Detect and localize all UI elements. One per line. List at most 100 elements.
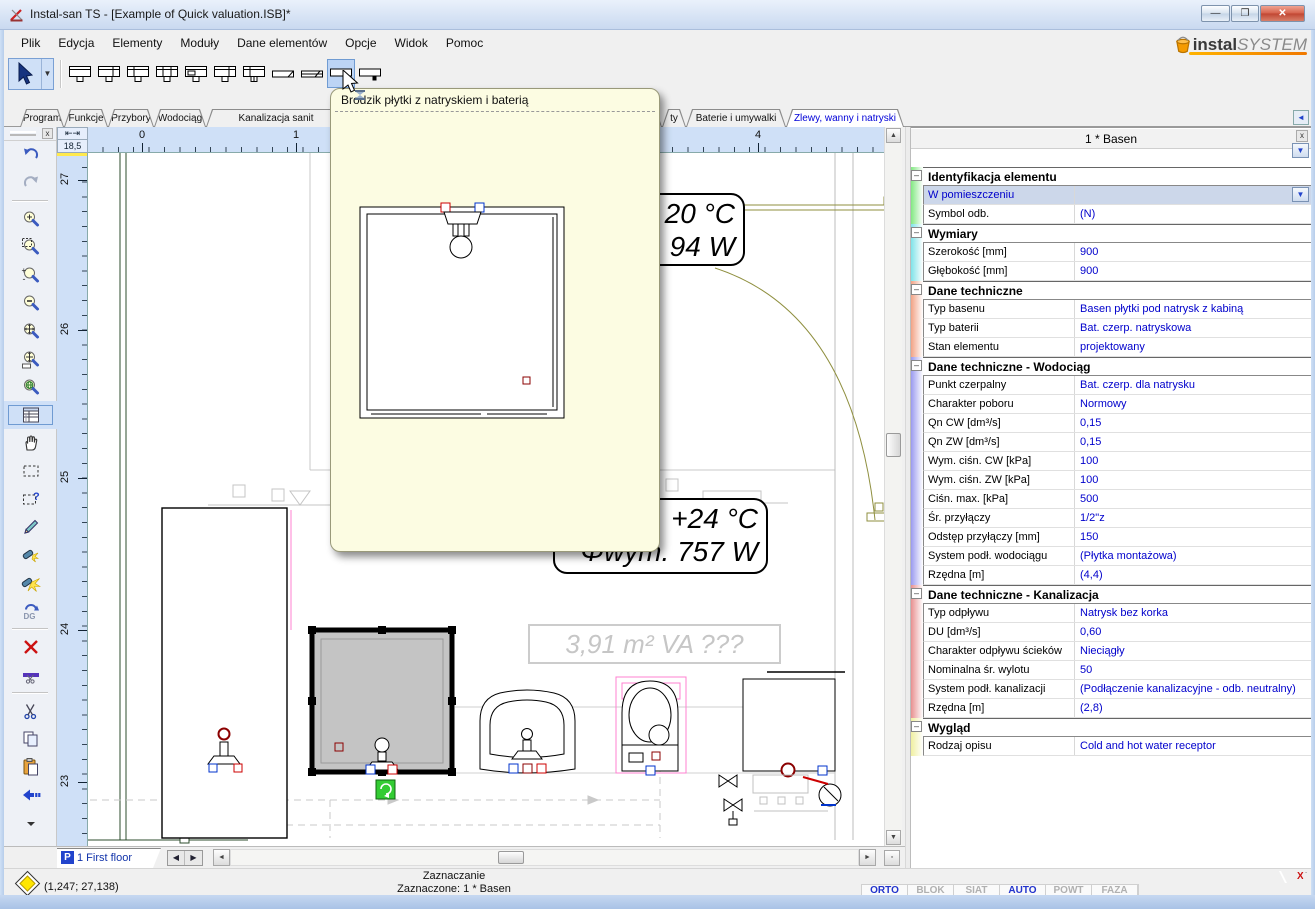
zoom-in-button[interactable]: [4, 205, 57, 233]
trim-connection-button[interactable]: [4, 661, 57, 689]
property-value[interactable]: 0,15: [1075, 433, 1311, 451]
tab-baterie-i-umywalki[interactable]: Baterie i umywalki: [686, 109, 786, 127]
property-value[interactable]: projektowany: [1075, 338, 1311, 356]
shower-tray-selected[interactable]: [308, 626, 456, 799]
scroll-down-icon[interactable]: ▼: [886, 830, 901, 845]
palette-header[interactable]: x: [4, 127, 56, 141]
redo-button[interactable]: [4, 169, 57, 197]
tool-washbasin-7[interactable]: [240, 59, 268, 88]
select-area-button[interactable]: [4, 457, 57, 485]
paste-button[interactable]: [4, 753, 57, 781]
canvas-horizontal-scrollbar[interactable]: [230, 849, 859, 866]
copy-button[interactable]: [4, 725, 57, 753]
section-header[interactable]: Dane techniczne: [923, 281, 1311, 300]
tab-funkcje[interactable]: Funkcje: [64, 109, 108, 127]
tab-program[interactable]: Program: [20, 109, 64, 127]
pointer-icon[interactable]: [9, 59, 41, 89]
bathtub-fixture[interactable]: [162, 508, 287, 838]
collapse-icon[interactable]: –: [911, 170, 922, 181]
sheet-prev-icon[interactable]: ◀: [168, 851, 185, 865]
tab-ty[interactable]: ty: [662, 109, 686, 127]
toilet-fixture[interactable]: [616, 677, 686, 775]
scroll-left-icon[interactable]: ◄: [213, 849, 230, 866]
go-back-button[interactable]: [4, 781, 57, 809]
property-value[interactable]: (4,4): [1075, 566, 1311, 584]
property-value[interactable]: 900: [1075, 243, 1311, 261]
property-value[interactable]: (N): [1075, 205, 1311, 223]
tool-washbasin-3[interactable]: [124, 59, 152, 88]
palette-close-icon[interactable]: x: [42, 128, 53, 139]
property-value[interactable]: 150: [1075, 528, 1311, 546]
tool-bathtub-flat-1[interactable]: [269, 59, 297, 88]
probe-highlight-button[interactable]: [4, 569, 57, 597]
edit-pencil-button[interactable]: [4, 513, 57, 541]
tab-zlewy-wanny-i-natryski[interactable]: Zlewy, wanny i natryski: [786, 109, 904, 127]
more-button[interactable]: [4, 809, 57, 837]
vertical-scroll-thumb[interactable]: [886, 433, 901, 457]
zoom-window-button[interactable]: [4, 233, 57, 261]
maximize-button[interactable]: ❐: [1231, 5, 1259, 22]
tool-washbasin-4[interactable]: [153, 59, 181, 88]
element-selector-dropdown[interactable]: ▼: [1292, 143, 1309, 158]
tool-bathtub-flat-2[interactable]: [298, 59, 326, 88]
property-value[interactable]: Normowy: [1075, 395, 1311, 413]
property-value[interactable]: 50: [1075, 661, 1311, 679]
property-value[interactable]: 500: [1075, 490, 1311, 508]
property-value[interactable]: 0,15: [1075, 414, 1311, 432]
section-header[interactable]: Dane techniczne - Kanalizacja: [923, 585, 1311, 604]
section-header[interactable]: Wymiary: [923, 224, 1311, 243]
tool-washbasin-1[interactable]: [66, 59, 94, 88]
split-view-button[interactable]: ▫: [884, 850, 900, 866]
property-value[interactable]: ▼: [1075, 186, 1311, 204]
rotate-refresh-button[interactable]: DG: [4, 597, 57, 625]
pointer-tool-button[interactable]: ▼: [8, 58, 54, 90]
minimize-button[interactable]: —: [1201, 5, 1230, 22]
property-value[interactable]: Bat. czerp. natryskowa: [1075, 319, 1311, 337]
undo-button[interactable]: [4, 141, 57, 169]
property-value[interactable]: 0,60: [1075, 623, 1311, 641]
property-value[interactable]: Cold and hot water receptor: [1075, 737, 1311, 755]
probe-element-button[interactable]: [4, 541, 57, 569]
canvas-vertical-scrollbar[interactable]: ▲ ▼: [884, 127, 902, 846]
pointer-tool-dropdown[interactable]: ▼: [41, 59, 53, 89]
hand-pan-button[interactable]: [4, 429, 57, 457]
property-value[interactable]: Bat. czerp. dla natrysku: [1075, 376, 1311, 394]
panel-dock-button[interactable]: ◄: [1293, 110, 1309, 125]
zoom-pan-previous-button[interactable]: [4, 345, 57, 373]
section-header[interactable]: Wygląd: [923, 718, 1311, 737]
tank-fixture[interactable]: [743, 672, 845, 777]
menu-pomoc[interactable]: Pomoc: [437, 32, 492, 54]
collapse-icon[interactable]: –: [911, 721, 922, 732]
menu-edycja[interactable]: Edycja: [49, 32, 103, 54]
zoom-plus-minus-button[interactable]: +-: [4, 261, 57, 289]
menu-plik[interactable]: Plik: [12, 32, 49, 54]
room-area-label[interactable]: 3,91 m² VA ???: [528, 624, 781, 664]
property-value[interactable]: Nieciągły: [1075, 642, 1311, 660]
property-value[interactable]: (2,8): [1075, 699, 1311, 717]
zoom-whole-project-button[interactable]: [4, 373, 57, 401]
menu-opcje[interactable]: Opcje: [336, 32, 385, 54]
delete-button[interactable]: [4, 633, 57, 661]
menu-moduły[interactable]: Moduły: [171, 32, 228, 54]
horizontal-scroll-thumb[interactable]: [498, 851, 524, 864]
titlebar[interactable]: Instal-san TS - [Example of Quick valuat…: [0, 0, 1315, 30]
tab-kanalizacja-sanit[interactable]: Kanalizacja sanit: [206, 109, 346, 127]
tool-washbasin-5[interactable]: [182, 59, 210, 88]
panel-close-icon[interactable]: x: [1296, 130, 1308, 142]
property-value[interactable]: 900: [1075, 262, 1311, 280]
section-header[interactable]: Dane techniczne - Wodociąg: [923, 357, 1311, 376]
tab-wodociąg[interactable]: Wodociąg: [154, 109, 206, 127]
property-value[interactable]: 1/2"z: [1075, 509, 1311, 527]
zoom-pan-button[interactable]: [4, 317, 57, 345]
menu-dane-elementów[interactable]: Dane elementów: [228, 32, 336, 54]
zoom-out-button[interactable]: [4, 289, 57, 317]
sheet-next-icon[interactable]: ▶: [185, 851, 202, 865]
menu-widok[interactable]: Widok: [386, 32, 437, 54]
menu-elementy[interactable]: Elementy: [103, 32, 171, 54]
close-button[interactable]: ✕: [1260, 5, 1305, 22]
property-value[interactable]: (Płytka montażowa): [1075, 547, 1311, 565]
tab-przybory[interactable]: Przybory: [108, 109, 154, 127]
property-value[interactable]: (Podłączenie kanalizacyjne - odb. neutra…: [1075, 680, 1311, 698]
collapse-icon[interactable]: –: [911, 284, 922, 295]
tool-washbasin-2[interactable]: [95, 59, 123, 88]
